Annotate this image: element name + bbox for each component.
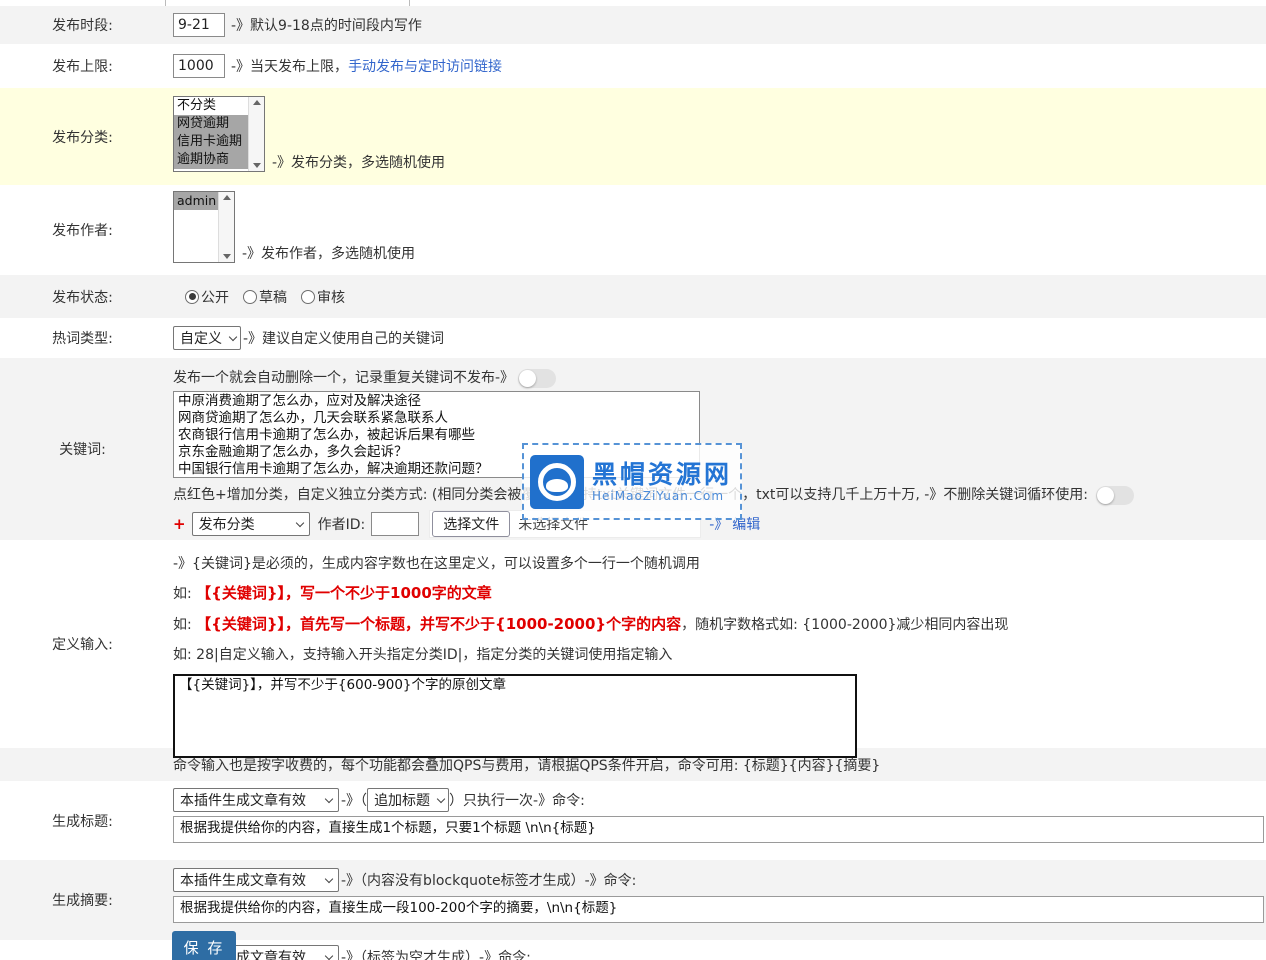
- publish-limit-label: 发布上限:: [0, 44, 165, 88]
- publish-status-label: 发布状态:: [0, 275, 165, 318]
- chevron-down-icon: [295, 518, 303, 526]
- row-hotword-type: 热词类型: 自定义 -》建议自定义使用自己的关键词: [0, 318, 1266, 358]
- add-category-plus[interactable]: +: [173, 515, 186, 533]
- scroll-down-icon[interactable]: [253, 163, 261, 168]
- save-button[interactable]: 保 存: [172, 931, 236, 960]
- define-input-line1: -》{关键词}是必须的，生成内容字数也在这里定义，可以设置多个一行一个随机调用: [173, 553, 1266, 573]
- row-publish-limit: 发布上限: -》当天发布上限， 手动发布与定时访问链接: [0, 44, 1266, 88]
- gen-tag-hint: -》（标签为空才生成）-》命令:: [341, 947, 531, 960]
- gen-summary-command-textarea[interactable]: 根据我提供给你的内容，直接生成一段100-200个字的摘要，\n\n{标题}: [173, 896, 1264, 923]
- chevron-down-icon: [325, 951, 333, 959]
- gen-title-scope-value: 本插件生成文章有效: [180, 790, 306, 810]
- gen-title-after: ）只执行一次-》命令:: [449, 790, 585, 810]
- listbox-scrollbar[interactable]: [218, 192, 234, 262]
- publish-author-listbox[interactable]: admin: [173, 191, 235, 263]
- row-publish-author: 发布作者: admin -》发布作者，多选随机使用: [0, 185, 1266, 275]
- hotword-type-hint: -》建议自定义使用自己的关键词: [243, 328, 444, 348]
- qps-note-spacer: [0, 748, 165, 781]
- radio-selected-icon[interactable]: [185, 290, 199, 304]
- publish-category-listbox[interactable]: 不分类 网贷逾期 信用卡逾期 逾期协商: [173, 96, 265, 172]
- gen-title-mode-value: 追加标题: [374, 790, 430, 810]
- chevron-down-icon: [229, 332, 237, 340]
- hotword-type-select[interactable]: 自定义: [173, 326, 241, 350]
- publish-limit-hint: -》当天发布上限，: [231, 56, 348, 76]
- keywords-label: 关键词:: [0, 358, 165, 540]
- publish-category-hint: -》发布分类，多选随机使用: [272, 152, 445, 172]
- radio-label: 草稿: [259, 287, 287, 307]
- gen-title-scope-select[interactable]: 本插件生成文章有效: [173, 788, 339, 812]
- publish-time-hint: -》默认9-18点的时间段内写作: [231, 15, 422, 35]
- example-rest-text: ，随机字数格式如: {1000-2000}减少相同内容出现: [681, 617, 1008, 633]
- publish-category-label: 发布分类:: [0, 88, 165, 185]
- scroll-up-icon[interactable]: [223, 195, 231, 200]
- row-publish-category: 发布分类: 不分类 网贷逾期 信用卡逾期 逾期协商 -》发布分类，多选随机使用: [0, 88, 1266, 185]
- category-option[interactable]: 信用卡逾期: [174, 133, 248, 151]
- manual-publish-link[interactable]: 手动发布与定时访问链接: [348, 56, 502, 76]
- gen-summary-scope-value: 本插件生成文章有效: [180, 870, 306, 890]
- keywords-loop-text: 不删除关键词循环使用:: [943, 487, 1092, 503]
- gen-summary-hint: -》（内容没有blockquote标签才生成）-》命令:: [341, 870, 636, 890]
- example-prefix: 如:: [173, 586, 196, 602]
- plugin-settings-page: 发布时段: -》默认9-18点的时间段内写作 发布上限: -》当天发布上限， 手…: [0, 0, 1266, 960]
- gen-summary-scope-select[interactable]: 本插件生成文章有效: [173, 868, 339, 892]
- radio-review[interactable]: 审核: [301, 287, 345, 307]
- example-red-text: 【{关键词}】，首先写一个标题，并写不少于{1000-2000}个字的内容: [196, 615, 681, 633]
- file-category-value: 发布分类: [199, 514, 255, 534]
- example-red-text: 【{关键词}】，写一个不少于1000字的文章: [196, 584, 492, 602]
- hotword-type-label: 热词类型:: [0, 318, 165, 358]
- row-define-input: 定义输入: -》{关键词}是必须的，生成内容字数也在这里定义，可以设置多个一行一…: [0, 540, 1266, 748]
- keywords-toggle-text: 发布一个就会自动删除一个，记录重复关键词不发布-》: [173, 370, 514, 386]
- heimao-logo-icon: [530, 455, 584, 509]
- qps-note-text: 命令输入也是按字收费的，每个功能都会叠加QPS与费用，请根据QPS条件开启，命令…: [173, 755, 880, 775]
- row-gen-title: 生成标题: 本插件生成文章有效 -》（ 追加标题 ）只执行一次-》命令: 根据我…: [0, 781, 1266, 860]
- author-option[interactable]: admin: [174, 192, 218, 210]
- author-id-input[interactable]: [371, 512, 419, 536]
- publish-author-label: 发布作者:: [0, 185, 165, 275]
- radio-icon[interactable]: [243, 290, 257, 304]
- publish-limit-input[interactable]: [173, 54, 225, 78]
- category-option[interactable]: 网贷逾期: [174, 115, 248, 133]
- radio-draft[interactable]: 草稿: [243, 287, 287, 307]
- hotword-type-value: 自定义: [180, 328, 222, 348]
- define-input-line4: 如: 28|自定义输入，支持输入开头指定分类ID|，指定分类的关键词使用指定输入: [173, 644, 1266, 664]
- row-publish-status: 发布状态: 公开 草稿 审核: [0, 275, 1266, 318]
- publish-time-label: 发布时段:: [0, 6, 165, 44]
- choose-file-button[interactable]: 选择文件: [432, 511, 510, 537]
- auto-delete-toggle[interactable]: [518, 369, 556, 388]
- category-option[interactable]: 逾期协商: [174, 151, 248, 169]
- gen-summary-label: 生成摘要:: [0, 860, 165, 940]
- radio-label: 公开: [201, 287, 229, 307]
- author-id-label: 作者ID:: [318, 514, 366, 534]
- row-publish-time: 发布时段: -》默认9-18点的时间段内写作: [0, 6, 1266, 44]
- scroll-down-icon[interactable]: [223, 254, 231, 259]
- gen-title-label: 生成标题:: [0, 781, 165, 860]
- publish-time-input[interactable]: [173, 13, 225, 37]
- gen-title-command-textarea[interactable]: 根据我提供给你的内容，直接生成1个标题，只要1个标题 \n\n{标题}: [173, 816, 1264, 843]
- gen-title-mode-select[interactable]: 追加标题: [367, 788, 449, 812]
- row-qps-note: 命令输入也是按字收费的，每个功能都会叠加QPS与费用，请根据QPS条件开启，命令…: [0, 748, 1266, 781]
- file-category-select[interactable]: 发布分类: [192, 512, 310, 536]
- scroll-up-icon[interactable]: [253, 100, 261, 105]
- category-option[interactable]: 不分类: [174, 97, 248, 115]
- define-input-textarea[interactable]: 【{关键词}】，并写不少于{600-900}个字的原创文章: [173, 674, 857, 758]
- chevron-down-icon: [325, 794, 333, 802]
- listbox-scrollbar[interactable]: [248, 97, 264, 171]
- gen-tag-spacer: [0, 940, 165, 960]
- watermark-subtitle: HeiMaoZiYuan.Com: [592, 489, 732, 503]
- chevron-down-icon: [325, 874, 333, 882]
- gen-title-mid: -》（: [341, 790, 367, 810]
- chevron-down-icon: [437, 794, 445, 802]
- watermark: 黑帽资源网 HeiMaoZiYuan.Com: [522, 443, 742, 520]
- radio-public[interactable]: 公开: [185, 287, 229, 307]
- radio-label: 审核: [317, 287, 345, 307]
- example-prefix: 如:: [173, 617, 196, 633]
- watermark-title: 黑帽资源网: [592, 461, 732, 489]
- define-input-label: 定义输入:: [0, 540, 165, 748]
- keep-keywords-toggle[interactable]: [1096, 486, 1134, 505]
- publish-author-hint: -》发布作者，多选随机使用: [242, 243, 415, 263]
- radio-icon[interactable]: [301, 290, 315, 304]
- row-gen-summary: 生成摘要: 本插件生成文章有效 -》（内容没有blockquote标签才生成）-…: [0, 860, 1266, 940]
